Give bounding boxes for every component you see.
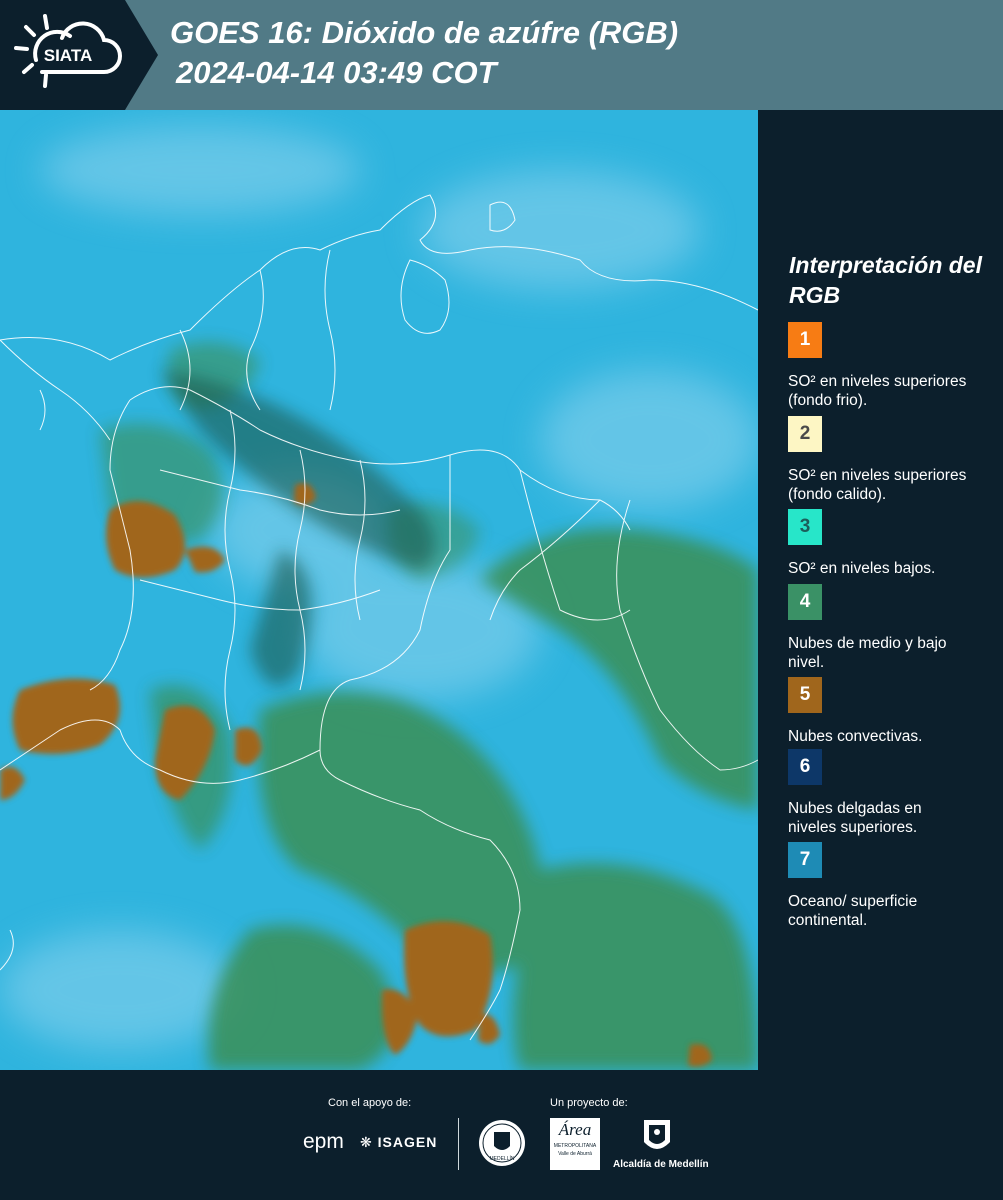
page-title: GOES 16: Dióxido de azúfre (RGB) bbox=[170, 15, 679, 50]
medellin-seal: MEDELLÍN bbox=[477, 1118, 527, 1173]
project-label: Un proyecto de: bbox=[550, 1097, 628, 1109]
isagen-icon: ❋ bbox=[360, 1134, 373, 1150]
area-logo-title: Área bbox=[558, 1120, 592, 1139]
area-logo-line2: METROPOLITANA bbox=[553, 1143, 597, 1149]
legend-item-7: 7 Oceano/ superficie continental. bbox=[788, 842, 998, 930]
legend-swatch-4: 4 bbox=[788, 584, 822, 620]
legend-item-2: 2 SO² en niveles superiores (fondo calid… bbox=[788, 416, 998, 504]
legend-swatch-7: 7 bbox=[788, 842, 822, 878]
satellite-map bbox=[0, 110, 758, 1070]
alcaldia-label: Alcaldía de Medellín bbox=[613, 1159, 709, 1170]
support-label: Con el apoyo de: bbox=[328, 1097, 412, 1109]
page-timestamp: 2024-04-14 03:49 COT bbox=[176, 55, 497, 90]
legend-item-5: 5 Nubes convectivas. bbox=[788, 677, 998, 746]
area-logo-line3: Valle de Aburrá bbox=[558, 1151, 592, 1157]
legend-swatch-3: 3 bbox=[788, 509, 822, 545]
footer: Con el apoyo de: Un proyecto de: epm ❋ I… bbox=[0, 1070, 1003, 1200]
isagen-logo-text: ISAGEN bbox=[377, 1134, 438, 1150]
legend-title: Interpretación del RGB bbox=[789, 252, 982, 308]
legend-text-5: Nubes convectivas. bbox=[788, 728, 923, 745]
legend-text-3: SO² en niveles bajos. bbox=[788, 560, 936, 577]
legend-item-3: 3 SO² en niveles bajos. bbox=[788, 509, 998, 578]
header: SIATA GOES 16: Dióxido de azúfre (RGB) 2… bbox=[0, 0, 1003, 110]
legend-item-4: 4 Nubes de medio y bajo nivel. bbox=[788, 584, 998, 672]
legend-swatch-2: 2 bbox=[788, 416, 822, 452]
siata-logo: SIATA bbox=[0, 0, 158, 110]
legend-panel: Interpretación del RGB 1 SO² en niveles … bbox=[758, 110, 1003, 1070]
legend-text-2: SO² en niveles superiores (fondo calido)… bbox=[788, 467, 967, 503]
legend-swatch-5: 5 bbox=[788, 677, 822, 713]
legend-text-1: SO² en niveles superiores (fondo frio). bbox=[788, 373, 967, 409]
legend-swatch-1: 1 bbox=[788, 322, 822, 358]
epm-logo-text: epm bbox=[303, 1130, 344, 1153]
legend-text-4: Nubes de medio y bajo nivel. bbox=[788, 635, 947, 671]
area-metropolitana-logo: Área METROPOLITANA Valle de Aburrá bbox=[550, 1118, 600, 1170]
brand-text: SIATA bbox=[44, 46, 92, 65]
isagen-logo: ❋ ISAGEN bbox=[360, 1134, 437, 1151]
legend-text-7: Oceano/ superficie continental. bbox=[788, 893, 918, 929]
seal-text: MEDELLÍN bbox=[489, 1155, 514, 1162]
legend-swatch-6: 6 bbox=[788, 749, 822, 785]
epm-logo: epm bbox=[303, 1130, 344, 1154]
legend-item-1: 1 SO² en niveles superiores (fondo frio)… bbox=[788, 322, 998, 410]
legend-text-6: Nubes delgadas en niveles superiores. bbox=[788, 800, 922, 836]
alcaldia-crest bbox=[640, 1116, 674, 1158]
legend-item-6: 6 Nubes delgadas en niveles superiores. bbox=[788, 749, 998, 837]
footer-divider bbox=[458, 1118, 459, 1170]
